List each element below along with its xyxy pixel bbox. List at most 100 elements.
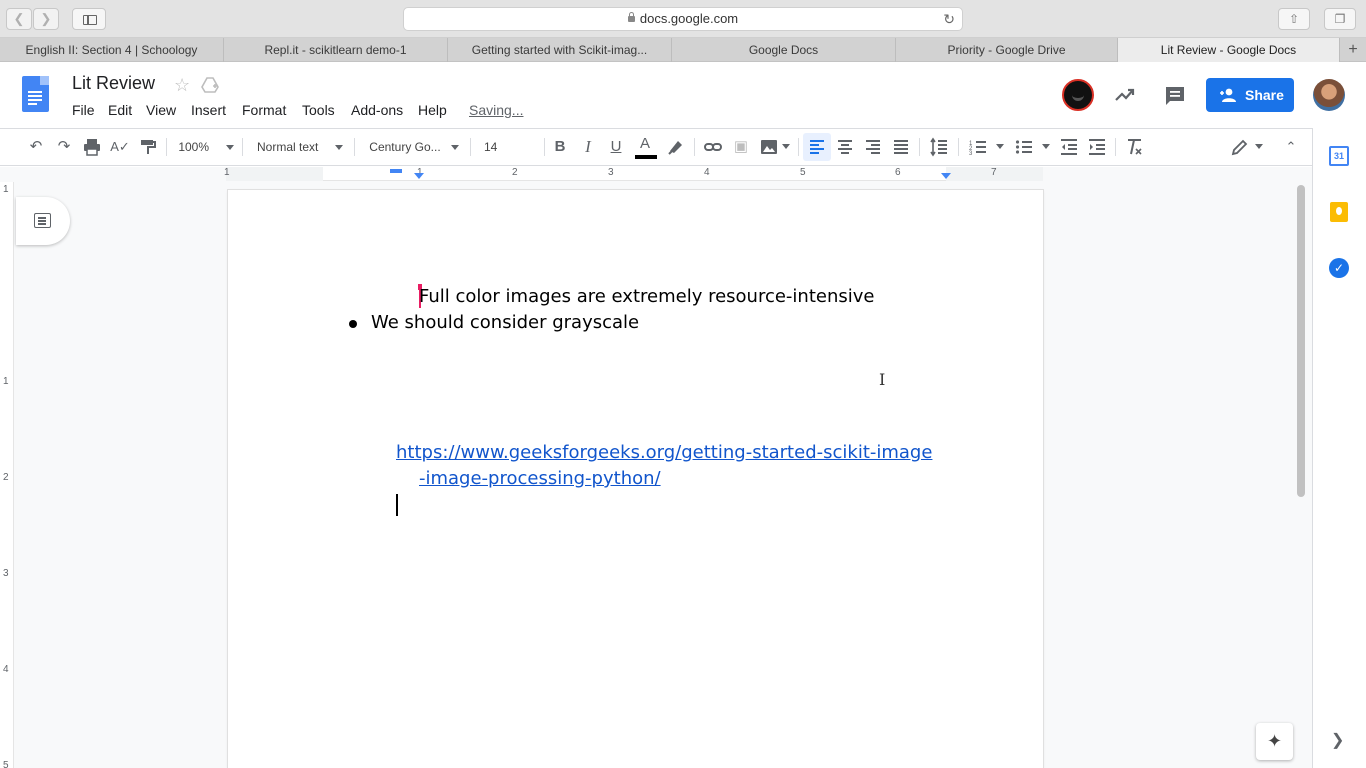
font-value: Century Go...	[369, 140, 441, 154]
star-icon[interactable]: ☆	[174, 75, 190, 96]
ruler-label: 3	[608, 167, 614, 178]
menu-edit[interactable]: Edit	[108, 102, 132, 118]
chevron-down-icon	[450, 145, 459, 151]
move-to-folder-icon[interactable]	[201, 77, 219, 93]
justify-icon[interactable]	[891, 137, 911, 157]
menu-tools[interactable]: Tools	[302, 102, 335, 118]
reload-icon[interactable]: ↻	[943, 8, 955, 30]
tab-google-drive[interactable]: Priority - Google Drive	[896, 38, 1118, 62]
highlight-color-icon[interactable]	[666, 137, 686, 157]
save-status[interactable]: Saving...	[469, 102, 523, 118]
comment-history-icon[interactable]	[1164, 85, 1186, 107]
editing-mode-icon[interactable]	[1230, 137, 1250, 157]
first-line-indent-marker[interactable]	[390, 169, 402, 173]
share-button[interactable]: Share	[1206, 78, 1294, 112]
right-indent-marker[interactable]	[941, 173, 951, 179]
italic-icon[interactable]: I	[578, 137, 598, 157]
line-spacing-icon[interactable]	[929, 137, 949, 157]
hyperlink-continued[interactable]: -image-processing-python/	[419, 468, 661, 489]
tab-bar: English II: Section 4 | Schoology Repl.i…	[0, 38, 1366, 62]
spellcheck-icon[interactable]: A✓	[110, 137, 130, 157]
address-bar[interactable]: docs.google.com ↻	[403, 7, 963, 31]
explore-button[interactable]: ✦	[1256, 723, 1293, 760]
font-size-value: 14	[484, 140, 498, 154]
chevron-down-icon[interactable]	[1042, 144, 1050, 149]
font-size-select[interactable]: 14	[480, 128, 540, 189]
sidebar-toggle-button[interactable]	[72, 8, 106, 30]
chevron-down-icon[interactable]	[1255, 144, 1263, 149]
chevron-right-icon[interactable]: ❯	[1331, 730, 1344, 750]
collaborator-avatar[interactable]	[1062, 79, 1094, 111]
chevron-down-icon	[225, 145, 234, 151]
forward-button[interactable]: ❯	[33, 8, 59, 30]
clear-formatting-icon[interactable]	[1124, 137, 1144, 157]
left-indent-marker[interactable]	[414, 173, 424, 179]
tab-lit-review[interactable]: Lit Review - Google Docs	[1118, 38, 1340, 62]
increase-indent-icon[interactable]	[1087, 137, 1107, 157]
ruler-label: 4	[3, 664, 9, 675]
redo-icon[interactable]: ↷	[54, 137, 74, 157]
align-center-icon[interactable]	[835, 137, 855, 157]
hyperlink[interactable]: https://www.geeksforgeeks.org/getting-st…	[396, 442, 932, 463]
document-outline-button[interactable]	[16, 197, 70, 245]
menu-file[interactable]: File	[72, 102, 95, 118]
outline-icon	[34, 213, 51, 228]
vertical-ruler[interactable]: 1 1 2 3 4 5	[0, 182, 14, 768]
tab-schoology[interactable]: English II: Section 4 | Schoology	[0, 38, 224, 62]
style-value: Normal text	[256, 140, 319, 154]
ruler-left-margin	[226, 167, 323, 181]
tab-overview-button[interactable]: ❐	[1324, 8, 1356, 30]
print-icon[interactable]	[82, 137, 102, 157]
share-page-button[interactable]: ⇧	[1278, 8, 1310, 30]
keep-icon[interactable]	[1330, 202, 1348, 222]
menu-add-ons[interactable]: Add-ons	[351, 102, 403, 118]
bold-icon[interactable]: B	[550, 137, 570, 157]
paint-format-icon[interactable]	[138, 137, 158, 157]
menu-insert[interactable]: Insert	[191, 102, 226, 118]
underline-icon[interactable]: U	[606, 137, 626, 157]
menu-view[interactable]: View	[146, 102, 176, 118]
paragraph-text[interactable]: Full color images are extremely resource…	[419, 286, 874, 307]
bullet-item-text[interactable]: We should consider grayscale	[371, 312, 639, 333]
insert-image-icon[interactable]	[759, 137, 779, 157]
text-insertion-caret	[396, 494, 398, 516]
ruler-label: 5	[3, 760, 9, 768]
text-color-swatch	[635, 155, 657, 159]
new-tab-button[interactable]: +	[1340, 38, 1366, 62]
document-title[interactable]: Lit Review	[72, 73, 155, 94]
add-comment-icon[interactable]: ▣	[731, 137, 751, 157]
bulleted-list-icon[interactable]	[1014, 137, 1034, 157]
chevron-down-icon	[335, 145, 344, 151]
zoom-select[interactable]: 100%	[176, 128, 236, 166]
mouse-text-cursor: I	[879, 370, 886, 389]
calendar-icon[interactable]: 31	[1329, 146, 1349, 166]
back-button[interactable]: ❮	[6, 8, 32, 30]
toolbar-divider	[242, 138, 243, 156]
lock-icon	[627, 12, 635, 22]
tasks-icon[interactable]: ✓	[1329, 258, 1349, 278]
chevron-down-icon[interactable]	[996, 144, 1004, 149]
insert-link-icon[interactable]	[703, 137, 723, 157]
align-right-icon[interactable]	[863, 137, 883, 157]
docs-logo-icon[interactable]	[22, 76, 49, 112]
menu-help[interactable]: Help	[418, 102, 447, 118]
align-left-icon[interactable]	[807, 137, 827, 157]
tab-scikit-image[interactable]: Getting started with Scikit-imag...	[448, 38, 672, 62]
numbered-list-icon[interactable]: 123	[968, 137, 988, 157]
activity-dashboard-icon[interactable]	[1114, 84, 1136, 106]
toolbar-divider	[798, 138, 799, 156]
tab-replit[interactable]: Repl.it - scikitlearn demo-1	[224, 38, 448, 62]
chevron-down-icon[interactable]	[782, 144, 790, 149]
vertical-scrollbar[interactable]	[1297, 185, 1305, 497]
tab-google-docs[interactable]: Google Docs	[672, 38, 896, 62]
undo-icon[interactable]: ↶	[26, 137, 46, 157]
ruler-label: 2	[3, 472, 9, 483]
text-color-icon[interactable]: A	[635, 134, 657, 159]
account-avatar[interactable]	[1313, 79, 1345, 111]
font-select[interactable]: Century Go...	[366, 128, 462, 166]
decrease-indent-icon[interactable]	[1059, 137, 1079, 157]
menu-format[interactable]: Format	[242, 102, 286, 118]
collapse-menus-icon[interactable]: ⌃	[1281, 137, 1301, 157]
paragraph-style-select[interactable]: Normal text	[252, 128, 348, 166]
horizontal-ruler[interactable]: 1 1 2 3 4 5 6 7	[224, 167, 1043, 181]
